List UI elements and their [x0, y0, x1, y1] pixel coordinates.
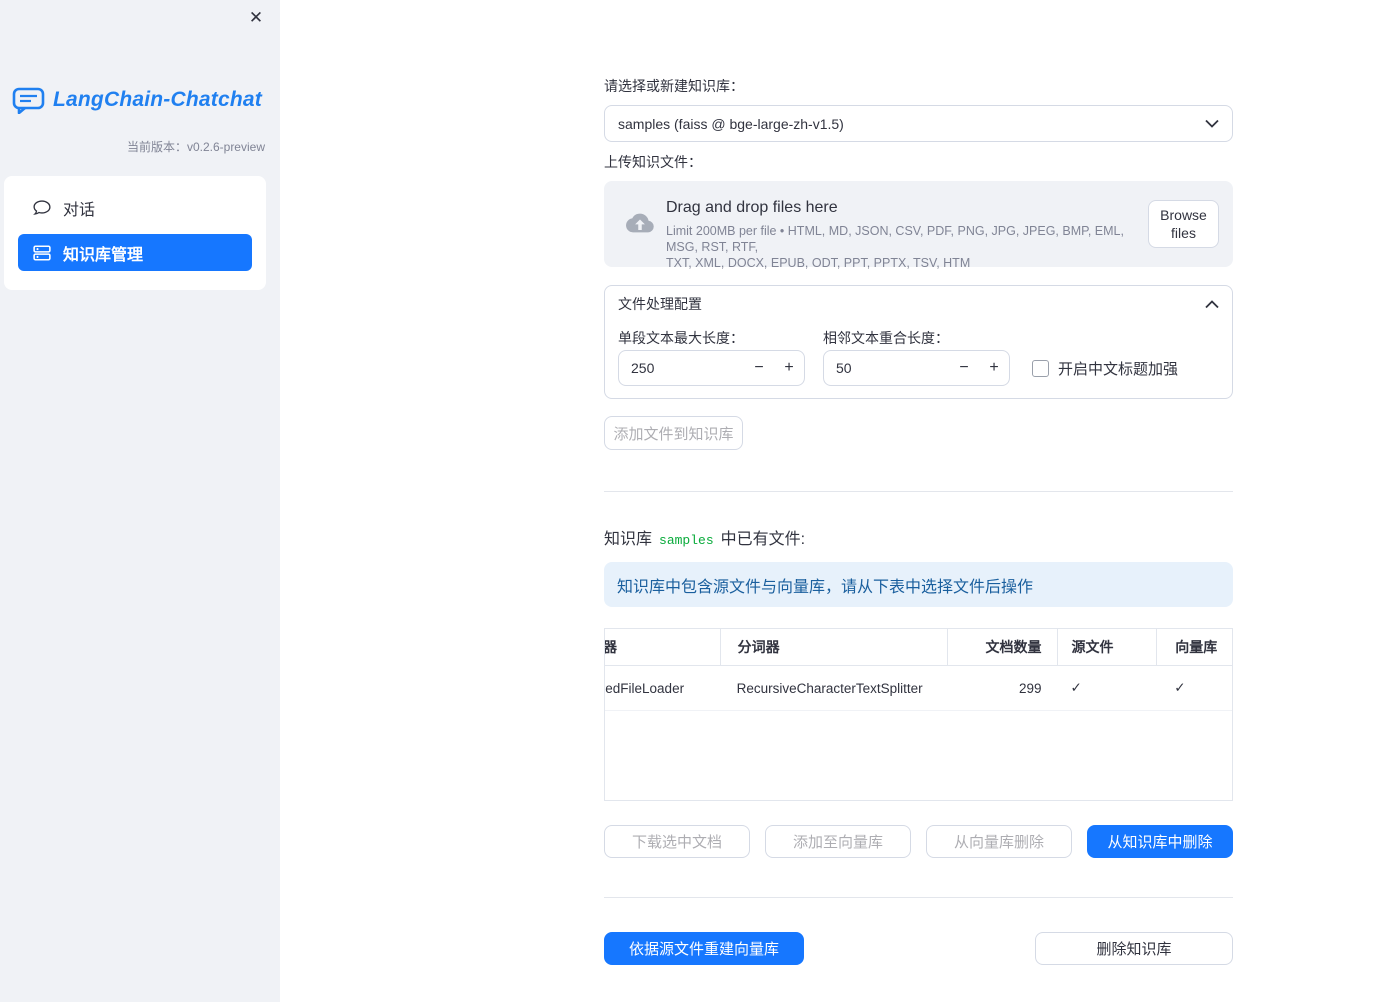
minus-button[interactable]: −	[949, 359, 979, 377]
kb-select-value: samples (faiss @ bge-large-zh-v1.5)	[618, 115, 844, 132]
minus-button[interactable]: −	[744, 359, 774, 377]
divider	[604, 491, 1233, 492]
max-length-input[interactable]: 250 − +	[618, 350, 805, 386]
kb-name-code: samples	[659, 533, 714, 548]
overlap-label: 相邻文本重合长度：	[823, 330, 949, 346]
remove-from-vector-button[interactable]: 从向量库删除	[926, 825, 1072, 858]
delete-from-kb-button[interactable]: 从知识库中删除	[1087, 825, 1233, 858]
sidebar-item-label: 对话	[63, 202, 96, 219]
col-header-splitter: 分词器	[719, 629, 947, 665]
cell-doc-count: 299	[1018, 680, 1042, 696]
max-length-label: 单段文本最大长度：	[618, 330, 744, 346]
col-header-label: 文档加载器	[605, 639, 617, 655]
info-text: 知识库中包含源文件与向量库，请从下表中选择文件后操作	[617, 578, 1034, 596]
cell-vector-check: ✓	[1174, 680, 1186, 695]
dropzone-limit-line2: TXT, XML, DOCX, EPUB, ODT, PPT, PPTX, TS…	[666, 256, 971, 270]
table-header: 文档加载器 分词器 文档数量 源文件 向量库	[605, 629, 1232, 666]
sidebar-item-label: 知识库管理	[63, 246, 144, 264]
sidebar: ✕ LangChain-Chatchat 当前版本：v0.2.6-preview	[0, 0, 280, 1002]
kb-select-label: 请选择或新建知识库：	[604, 78, 744, 94]
add-files-button[interactable]: 添加文件到知识库	[604, 416, 743, 450]
sidebar-item-knowledge-base[interactable]: 知识库管理	[18, 234, 252, 271]
main-content: 请选择或新建知识库： samples (faiss @ bge-large-zh…	[604, 0, 1233, 1002]
overlap-input[interactable]: 50 − +	[823, 350, 1010, 386]
version-label: 当前版本：v0.2.6-preview	[126, 140, 265, 154]
col-header-vector: 向量库	[1156, 629, 1232, 665]
dropzone-limit-text: Limit 200MB per file • HTML, MD, JSON, C…	[666, 223, 1144, 271]
cell-source-check: ✓	[1070, 680, 1082, 695]
existing-files-line: 知识库 samples 中已有文件:	[604, 525, 805, 549]
expander-header[interactable]: 文件处理配置	[605, 286, 1232, 322]
delete-kb-button[interactable]: 删除知识库	[1035, 932, 1233, 965]
file-actions: 下载选中文档 添加至向量库 从向量库删除 从知识库中删除	[604, 825, 1233, 858]
cell-splitter: RecursiveCharacterTextSplitter	[736, 680, 923, 696]
col-header-source: 源文件	[1056, 629, 1157, 665]
info-alert: 知识库中包含源文件与向量库，请从下表中选择文件后操作	[604, 562, 1233, 607]
table-row[interactable]: UnstructuredFileLoader RecursiveCharacte…	[605, 666, 1232, 711]
browse-files-button[interactable]: Browse files	[1148, 200, 1219, 248]
hdd-stack-icon	[33, 244, 51, 262]
rebuild-vector-store-button[interactable]: 依据源文件重建向量库	[604, 932, 804, 965]
upload-label: 上传知识文件：	[604, 154, 702, 170]
file-dropzone[interactable]: Drag and drop files here Limit 200MB per…	[604, 181, 1233, 270]
checkbox-label: 开启中文标题加强	[1058, 361, 1179, 378]
cell-loader-text: UnstructuredFileLoader	[605, 680, 685, 696]
dropzone-limit-line1: Limit 200MB per file • HTML, MD, JSON, C…	[666, 224, 1124, 254]
existing-suffix: 中已有文件:	[720, 531, 806, 548]
overlap-value: 50	[836, 360, 852, 376]
logo-text: LangChain-Chatchat	[53, 88, 262, 111]
expander-title: 文件处理配置	[618, 296, 702, 312]
download-selected-button[interactable]: 下载选中文档	[604, 825, 750, 858]
chat-logo-icon	[12, 86, 46, 114]
kb-select[interactable]: samples (faiss @ bge-large-zh-v1.5)	[604, 105, 1233, 142]
existing-prefix: 知识库	[604, 531, 653, 548]
plus-button[interactable]: +	[979, 359, 1009, 377]
chevron-down-icon	[1205, 119, 1219, 128]
app-page: ✕ LangChain-Chatchat 当前版本：v0.2.6-preview	[0, 0, 1380, 1002]
chevron-up-icon	[1205, 299, 1219, 309]
cloud-upload-icon	[622, 209, 658, 242]
plus-button[interactable]: +	[774, 359, 804, 377]
files-table[interactable]: 文档加载器 分词器 文档数量 源文件 向量库 UnstructuredFileL…	[604, 628, 1233, 801]
chat-bubble-icon	[33, 199, 51, 217]
file-config-expander: 文件处理配置 单段文本最大长度： 250 − + 相邻文本重合长度： 50 − …	[604, 285, 1233, 399]
col-header-doc-count: 文档数量	[946, 629, 1057, 665]
cell-loader: UnstructuredFileLoader	[605, 666, 720, 710]
sidebar-item-dialogue[interactable]: 对话	[18, 188, 252, 228]
add-to-vector-button[interactable]: 添加至向量库	[765, 825, 911, 858]
max-length-value: 250	[631, 360, 655, 376]
dropzone-title: Drag and drop files here	[666, 199, 838, 216]
zh-title-enhance-checkbox[interactable]: 开启中文标题加强	[1032, 358, 1178, 379]
divider	[604, 897, 1233, 898]
sidebar-menu: 对话 知识库管理	[4, 176, 266, 290]
app-logo: LangChain-Chatchat	[12, 86, 262, 114]
checkbox-box[interactable]	[1032, 360, 1049, 377]
sidebar-close-icon[interactable]: ✕	[244, 6, 268, 30]
col-header-loader: 文档加载器	[605, 629, 720, 665]
